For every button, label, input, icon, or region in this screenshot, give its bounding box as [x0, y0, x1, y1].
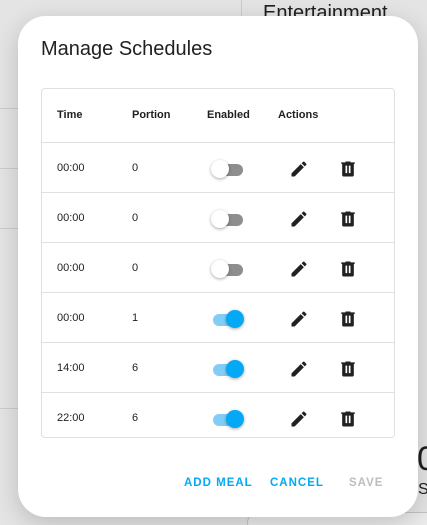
toggle-thumb	[211, 260, 229, 278]
pencil-icon[interactable]	[288, 358, 310, 380]
table-row: 00:00 0	[42, 143, 394, 193]
portion-cell: 6	[132, 412, 139, 424]
cancel-button[interactable]: CANCEL	[270, 477, 324, 489]
table-row: 00:00 0	[42, 193, 394, 243]
trash-icon[interactable]	[337, 208, 359, 230]
toggle-thumb	[226, 360, 244, 378]
toggle-thumb	[211, 160, 229, 178]
time-cell: 00:00	[57, 162, 85, 174]
time-cell: 14:00	[57, 362, 85, 374]
portion-cell: 0	[132, 212, 139, 224]
time-cell: 22:00	[57, 412, 85, 424]
time-cell: 00:00	[57, 312, 85, 324]
column-header-time: Time	[57, 109, 83, 121]
table-row: 14:00 6	[42, 343, 394, 393]
dialog-title: Manage Schedules	[41, 38, 213, 60]
portion-cell: 1	[132, 312, 139, 324]
pencil-icon[interactable]	[288, 258, 310, 280]
trash-icon[interactable]	[337, 158, 359, 180]
time-cell: 00:00	[57, 212, 85, 224]
enabled-toggle[interactable]	[211, 309, 245, 329]
portion-cell: 0	[132, 262, 139, 274]
portion-cell: 6	[132, 362, 139, 374]
pencil-icon[interactable]	[288, 208, 310, 230]
enabled-toggle[interactable]	[211, 359, 245, 379]
column-header-actions: Actions	[278, 109, 319, 121]
toggle-thumb	[226, 310, 244, 328]
table-row: 00:00 1	[42, 293, 394, 343]
enabled-toggle[interactable]	[211, 409, 245, 429]
trash-icon[interactable]	[337, 308, 359, 330]
enabled-toggle[interactable]	[211, 209, 245, 229]
save-button[interactable]: SAVE	[349, 477, 383, 489]
enabled-toggle[interactable]	[211, 159, 245, 179]
trash-icon[interactable]	[337, 258, 359, 280]
table-body: 00:00 0 00:00 0 00:00 0 00:00 1 14:00 6 …	[42, 143, 394, 437]
table-row: 00:00 0	[42, 243, 394, 293]
column-header-portion: Portion	[132, 109, 171, 121]
manage-schedules-dialog: Manage Schedules Time Portion Enabled Ac…	[18, 16, 418, 517]
schedules-table: Time Portion Enabled Actions 00:00 0 00:…	[41, 88, 395, 438]
toggle-thumb	[211, 210, 229, 228]
trash-icon[interactable]	[337, 358, 359, 380]
enabled-toggle[interactable]	[211, 259, 245, 279]
table-row: 22:00 6	[42, 393, 394, 437]
pencil-icon[interactable]	[288, 308, 310, 330]
pencil-icon[interactable]	[288, 158, 310, 180]
portion-cell: 0	[132, 162, 139, 174]
add-meal-button[interactable]: ADD MEAL	[184, 477, 253, 489]
column-header-enabled: Enabled	[207, 109, 250, 121]
toggle-thumb	[226, 410, 244, 428]
pencil-icon[interactable]	[288, 408, 310, 430]
table-header: Time Portion Enabled Actions	[42, 89, 394, 143]
dialog-actions: ADD MEAL CANCEL SAVE	[18, 457, 418, 517]
time-cell: 00:00	[57, 262, 85, 274]
trash-icon[interactable]	[337, 408, 359, 430]
